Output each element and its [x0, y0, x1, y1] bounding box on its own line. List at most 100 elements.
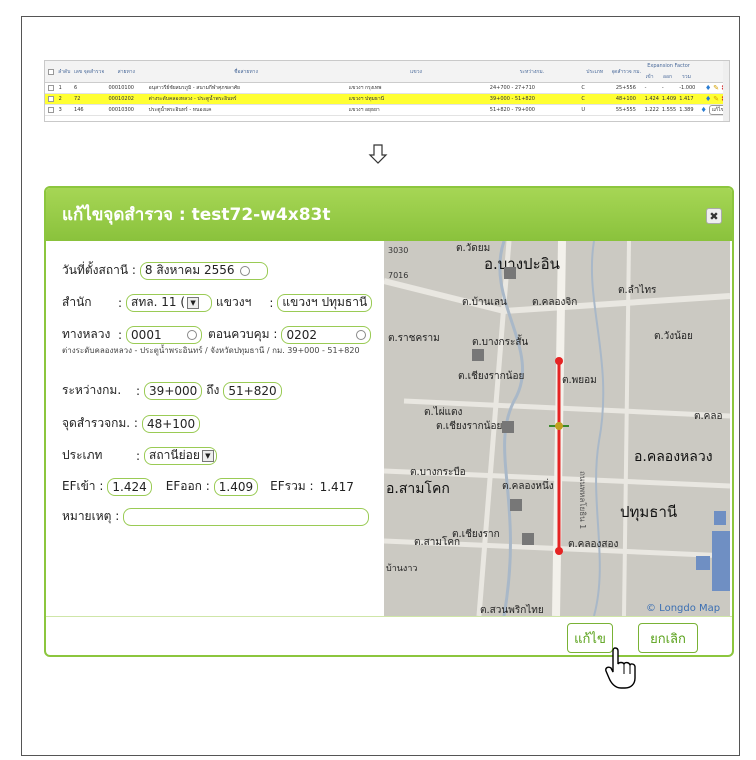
colon: : — [269, 295, 274, 310]
map-label: ปทุมธานี — [620, 503, 677, 522]
district-input[interactable]: แขวงฯ ปทุมธานี — [277, 293, 373, 312]
header-district[interactable]: แขวง — [346, 61, 487, 82]
map-label: ต.วังน้อย — [654, 330, 693, 342]
row-ef-total: 1.417 — [679, 96, 694, 102]
row-note: หมายเหตุ : — [62, 507, 370, 526]
map-label: ต.เชียงรากน้อย — [458, 370, 524, 382]
map-label: ต.เชียงรากน้อย — [436, 420, 502, 432]
map-label: ต.ราชคราม — [388, 333, 440, 344]
map-pin-icon[interactable]: ♦ — [705, 95, 711, 103]
hand-cursor-icon — [605, 647, 636, 689]
header-survey-no[interactable]: เลข จุดสำรวจ — [72, 61, 106, 82]
header-ef-out: ออก — [663, 73, 673, 80]
row-district: แขวงฯ อยุธยา — [348, 107, 380, 113]
dialog-header: แก้ไขจุดสำรวจ : test72-w4x83t ✖ — [46, 188, 732, 241]
row-district: แขวงฯ กรุงเทพ — [348, 85, 382, 91]
row-ef-out: 1.409 — [661, 96, 677, 102]
row-type: C — [581, 85, 585, 91]
map-label: อ.คลองหลวง — [634, 449, 713, 465]
route-number: 7016 — [388, 271, 408, 280]
calendar-icon[interactable] — [240, 265, 251, 276]
colon: : — [118, 327, 123, 342]
lookup-icon[interactable] — [356, 329, 367, 340]
ef-total-label: EFรวม : — [270, 479, 314, 493]
type-select[interactable]: สถานีย่อย ▼ — [144, 446, 217, 465]
ef-in-input[interactable]: 1.424 — [107, 477, 152, 496]
district-label: แขวงฯ — [216, 295, 252, 309]
lookup-icon[interactable] — [187, 329, 198, 340]
map-label: ต.วัดยม — [456, 243, 490, 254]
row-index: 1 — [58, 85, 62, 91]
row-code: 00010202 — [108, 96, 134, 102]
table-row-selected[interactable]: 2 72 00010202 ต่างระดับคลองหลวง - ประตูน… — [45, 94, 729, 105]
row-checkbox[interactable] — [45, 85, 57, 91]
header-type[interactable]: ประเภท — [578, 61, 612, 82]
map-pin-icon[interactable]: ♦ — [701, 106, 707, 114]
control-value: 0202 — [286, 327, 317, 342]
map-view[interactable]: 3030 7016 ต.วัดยม อ.บางปะอิน ต.บ้านเลน ต… — [384, 241, 730, 616]
header-point[interactable]: จุดสำรวจ กม. — [612, 61, 641, 82]
map-canvas[interactable]: 3030 7016 ต.วัดยม อ.บางปะอิน ต.บ้านเลน ต… — [384, 241, 730, 616]
header-range[interactable]: ระหว่างกม. — [486, 61, 577, 82]
close-icon[interactable]: ✖ — [706, 208, 722, 224]
dialog-body: วันที่ตั้งสถานี : 8 สิงหาคม 2556 สำนัก :… — [46, 241, 732, 616]
row-point: 48+100 — [615, 96, 636, 102]
map-label: อ.สามโคก — [386, 480, 450, 497]
highway-value: 0001 — [131, 327, 162, 342]
row-index: 2 — [58, 96, 62, 102]
date-input[interactable]: 8 สิงหาคม 2556 — [139, 261, 268, 280]
row-checkbox[interactable] — [45, 107, 57, 113]
row-range: ระหว่างกม. : 39+000 ถึง 51+820 — [62, 381, 282, 400]
header-code[interactable]: สายทาง — [106, 61, 146, 82]
row-ef-in: 1.222 — [644, 107, 659, 113]
office-select[interactable]: สทล. 11 ( ▼ — [126, 293, 213, 312]
header-ef-title: Expansion Factor — [647, 63, 690, 70]
range-label: ระหว่างกม. — [62, 383, 122, 397]
row-range: 51+820 - 79+000 — [489, 107, 535, 113]
range-from-input[interactable]: 39+000 — [144, 381, 203, 400]
map-label: ถนนพหลโยธิน 1 — [578, 471, 588, 529]
pencil-icon[interactable]: ✎ — [713, 84, 719, 92]
ef-in-label: EFเข้า : — [62, 479, 104, 493]
table-row-partial — [45, 116, 729, 121]
row-point: จุดสำรวจกม. : 48+100 — [62, 414, 201, 433]
row-name: ต่างระดับคลองหลวง - ประตูน้ำพระอินทร์ — [148, 96, 237, 102]
table-scrollbar[interactable] — [723, 61, 729, 121]
row-type: C — [581, 96, 585, 102]
row-type: U — [581, 107, 586, 113]
row-date: วันที่ตั้งสถานี : 8 สิงหาคม 2556 — [62, 261, 268, 280]
map-label: ต.คลองสอง — [568, 539, 618, 550]
cancel-button[interactable]: ยกเลิก — [638, 623, 698, 653]
ef-out-input[interactable]: 1.409 — [213, 477, 259, 496]
note-input[interactable] — [123, 507, 370, 526]
table-header: ลำดับ เลข จุดสำรวจ สายทาง ชื่อสายทาง แขว… — [45, 61, 729, 83]
map-label: ต.บ้านเลน — [462, 296, 507, 308]
header-name[interactable]: ชื่อสายทาง — [146, 61, 345, 82]
ef-total-value: 1.417 — [319, 479, 354, 494]
row-ef: EFเข้า : 1.424 EFออก : 1.409 EFรวม : 1.4… — [62, 477, 354, 496]
point-input[interactable]: 48+100 — [141, 414, 201, 433]
header-checkbox[interactable] — [45, 61, 57, 82]
row-ef-total: 1.389 — [679, 107, 694, 113]
range-to-input[interactable]: 51+820 — [223, 381, 282, 400]
row-survey-no: 146 — [74, 107, 84, 113]
row-name: ประตูน้ำพระอินทร์ - หนองแค — [148, 107, 212, 113]
pencil-icon[interactable]: ✎ — [713, 95, 719, 103]
row-survey-no: 6 — [74, 85, 78, 91]
map-label: ต.คลองหนึ่ง — [502, 478, 554, 492]
header-ef-in: เข้า — [645, 73, 654, 80]
map-label: ต.ไผ่แตง — [424, 406, 463, 418]
row-name: อนุสาวรีย์ชัยสมรภูมิ - สนามกีฬาศุภชลาศัย — [148, 85, 240, 91]
row-checkbox[interactable] — [45, 96, 57, 102]
table-row[interactable]: 3 146 00010300 ประตูน้ำพระอินทร์ - หนองแ… — [45, 105, 729, 116]
chevron-down-icon[interactable]: ▼ — [201, 449, 214, 462]
header-index[interactable]: ลำดับ — [57, 61, 72, 82]
highway-label: ทางหลวง — [62, 327, 111, 341]
control-input[interactable]: 0202 — [281, 325, 372, 344]
row-highway: ทางหลวง : 0001 ตอนควบคุม : 0202 — [62, 325, 372, 344]
table-row[interactable]: 1 6 00010100 อนุสาวรีย์ชัยสมรภูมิ - สนาม… — [45, 83, 729, 94]
chevron-down-icon[interactable]: ▼ — [187, 296, 200, 309]
highway-input[interactable]: 0001 — [126, 325, 203, 344]
map-pin-icon[interactable]: ♦ — [705, 84, 711, 92]
date-label: วันที่ตั้งสถานี : — [62, 263, 136, 277]
